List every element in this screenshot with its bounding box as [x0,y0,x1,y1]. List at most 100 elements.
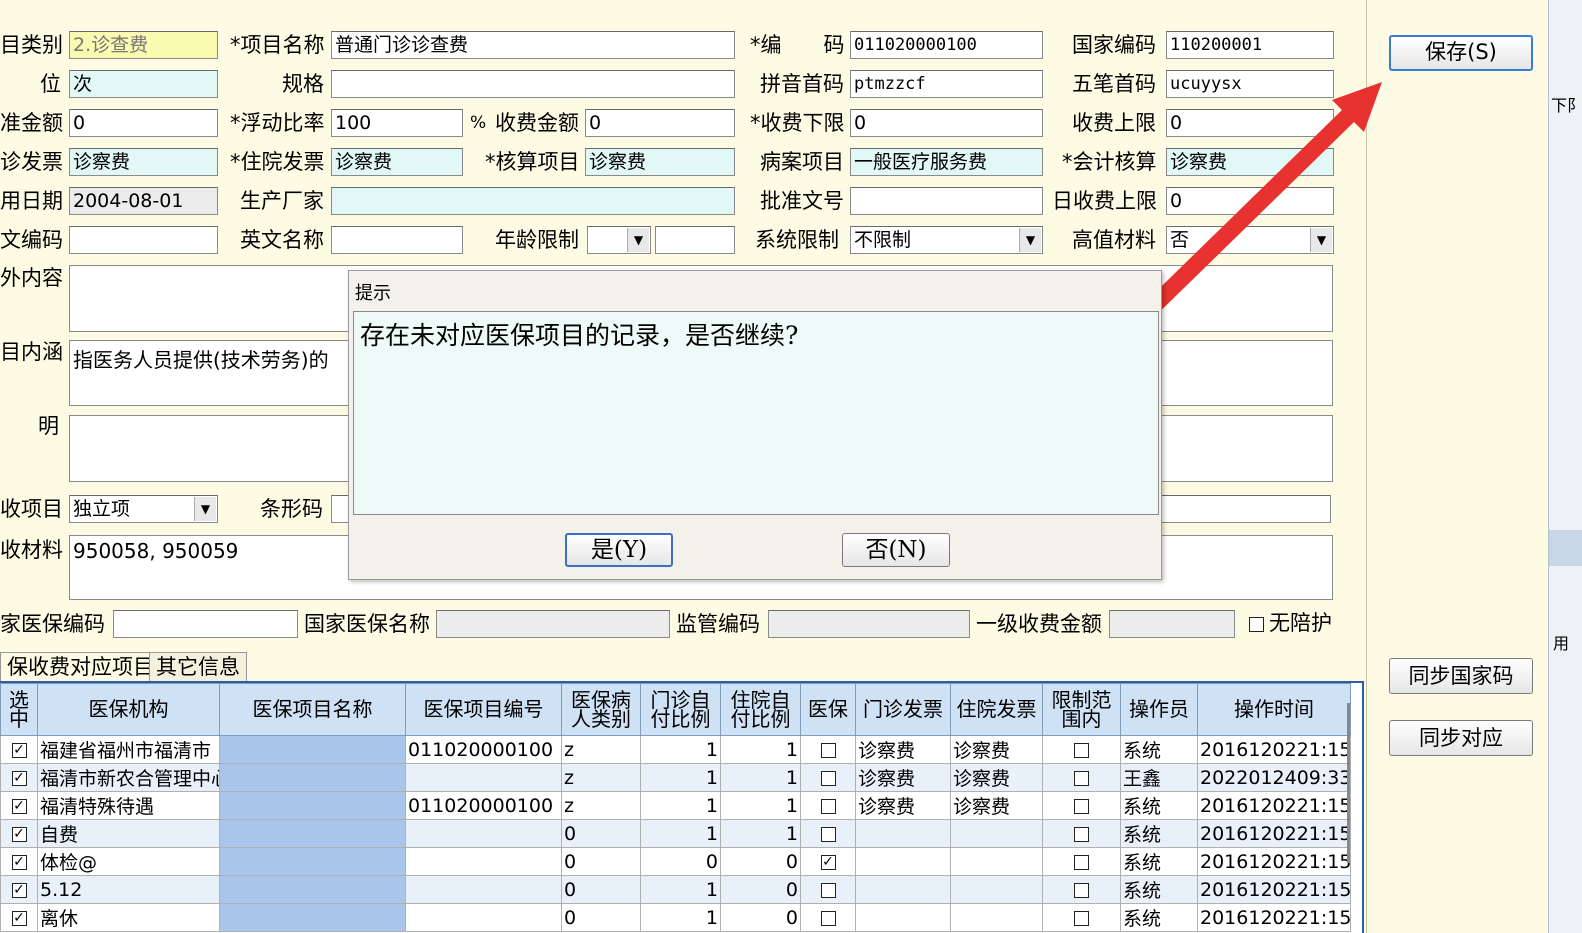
cell-inpatient-invoice[interactable]: 诊察费 [950,735,1043,764]
cell-outpatient-invoice[interactable] [855,875,951,904]
cell-operation-time[interactable]: 2016120221:15 [1197,735,1351,764]
cell-limited-range[interactable] [1042,903,1121,932]
cell-insurance-item-name[interactable] [219,735,406,764]
table-row[interactable]: ✓ 离休 0 1 0 系统 2016120221:15 [0,903,1351,932]
checkbox-checked-icon[interactable]: ✓ [11,798,27,814]
fee-amount-field[interactable]: 0 [585,109,735,137]
cell-patient-type[interactable]: z [561,763,641,792]
cell-insurance-item-name[interactable] [219,903,406,932]
save-button[interactable]: 保存(S) [1389,35,1533,71]
cell-insurance-org[interactable]: 体检@ [37,847,220,876]
supervision-code-field[interactable] [768,610,970,638]
cell-limited-range[interactable] [1042,791,1121,820]
no-button[interactable]: 否(N) [842,533,950,567]
cell-insurance-item-name[interactable] [219,791,406,820]
cell-insured[interactable] [800,903,856,932]
yes-button[interactable]: 是(Y) [565,533,673,567]
cell-selected[interactable]: ✓ [0,791,38,820]
cell-outpatient-ratio[interactable]: 1 [640,791,721,820]
cell-operator[interactable]: 系统 [1120,791,1198,820]
checkbox-unchecked-icon[interactable] [820,826,836,842]
cell-insurance-org[interactable]: 自费 [37,819,220,848]
checkbox-checked-icon[interactable]: ✓ [11,882,27,898]
cell-outpatient-invoice[interactable]: 诊察费 [855,735,951,764]
first-level-amount-field[interactable] [1109,610,1235,638]
cell-inpatient-invoice[interactable] [950,819,1043,848]
approval-field[interactable] [850,187,1043,215]
cell-inpatient-ratio[interactable]: 1 [720,763,801,792]
cell-insurance-org[interactable]: 福清特殊待遇 [37,791,220,820]
cell-limited-range[interactable] [1042,819,1121,848]
cell-insurance-item-code[interactable] [405,847,562,876]
cell-operation-time[interactable]: 2016120221:15 [1197,819,1351,848]
cell-insured[interactable] [800,875,856,904]
nat-insurance-code-field[interactable] [113,610,298,638]
cell-inpatient-invoice[interactable] [950,875,1043,904]
col-patient-type[interactable]: 医保病人类别 [561,683,641,736]
checkbox-unchecked-icon[interactable] [1074,854,1089,870]
table-row[interactable]: ✓ 福清市新农合管理中心 z 1 1 诊察费 诊察费 王鑫 2022012409:33 [0,763,1351,792]
cell-inpatient-ratio[interactable]: 1 [720,819,801,848]
cell-insured[interactable] [800,791,856,820]
cell-operation-time[interactable]: 2016120221:15 [1197,903,1351,932]
col-operation-time[interactable]: 操作时间 [1197,683,1351,736]
cell-insurance-item-code[interactable]: 011020000100 [405,791,562,820]
cell-insurance-item-code[interactable] [405,875,562,904]
cell-operator[interactable]: 系统 [1120,847,1198,876]
cell-outpatient-invoice[interactable] [855,847,951,876]
cell-operation-time[interactable]: 2022012409:33 [1197,763,1351,792]
cell-insurance-org[interactable]: 福清市新农合管理中心 [37,763,220,792]
col-insurance-item-name[interactable]: 医保项目名称 [219,683,406,736]
cell-selected[interactable]: ✓ [0,819,38,848]
fee-lower-field[interactable]: 0 [850,109,1043,137]
checkbox-checked-icon[interactable]: ✓ [11,826,27,842]
cell-operator[interactable]: 系统 [1120,735,1198,764]
cell-insurance-item-code[interactable] [405,903,562,932]
cell-outpatient-ratio[interactable]: 1 [640,819,721,848]
cell-outpatient-ratio[interactable]: 0 [640,847,721,876]
cell-inpatient-invoice[interactable]: 诊察费 [950,763,1043,792]
col-outpatient-ratio[interactable]: 门诊自付比例 [640,683,721,736]
col-insured[interactable]: 医保 [800,683,856,736]
cell-outpatient-ratio[interactable]: 1 [640,875,721,904]
fee-item-select[interactable]: 独立项 ▼ [69,495,218,523]
cell-outpatient-invoice[interactable]: 诊察费 [855,763,951,792]
code-field[interactable]: 011020000100 [850,31,1043,59]
cell-selected[interactable]: ✓ [0,875,38,904]
cell-inpatient-ratio[interactable]: 1 [720,735,801,764]
cell-insurance-org[interactable]: 福建省福州市福清市 [37,735,220,764]
english-name-field[interactable] [331,226,463,254]
cell-insurance-item-name[interactable] [219,763,406,792]
cell-inpatient-ratio[interactable]: 0 [720,847,801,876]
sync-mapping-button[interactable]: 同步对应 [1389,720,1533,756]
checkbox-unchecked-icon[interactable] [1074,770,1089,786]
cell-outpatient-ratio[interactable]: 1 [640,735,721,764]
cell-patient-type[interactable]: 0 [561,903,641,932]
cell-patient-type[interactable]: z [561,735,641,764]
col-insurance-org[interactable]: 医保机构 [37,683,220,736]
checkbox-unchecked-icon[interactable] [820,910,836,926]
cell-selected[interactable]: ✓ [0,847,38,876]
cell-limited-range[interactable] [1042,763,1121,792]
cell-limited-range[interactable] [1042,847,1121,876]
cell-operator[interactable]: 系统 [1120,819,1198,848]
sync-national-code-button[interactable]: 同步国家码 [1389,658,1533,694]
cell-limited-range[interactable] [1042,875,1121,904]
checkbox-unchecked-icon[interactable] [820,798,836,814]
checkbox-unchecked-icon[interactable] [820,742,836,758]
grid-scrollbar[interactable] [1347,703,1350,863]
col-inpatient-ratio[interactable]: 住院自付比例 [720,683,801,736]
cell-operator[interactable]: 王鑫 [1120,763,1198,792]
cell-insurance-item-code[interactable] [405,763,562,792]
system-limit-select[interactable]: 不限制 ▼ [850,226,1043,254]
outpatient-invoice-field[interactable]: 诊察费 [69,148,218,176]
cell-patient-type[interactable]: z [561,791,641,820]
cell-insurance-item-name[interactable] [219,875,406,904]
cell-operation-time[interactable]: 2016120221:15 [1197,875,1351,904]
cell-inpatient-invoice[interactable]: 诊察费 [950,791,1043,820]
cell-insurance-org[interactable]: 5.12 [37,875,220,904]
use-date-field[interactable]: 2004-08-01 [69,187,218,215]
item-name-field[interactable]: 普通门诊诊查费 [331,31,735,59]
case-item-field[interactable]: 一般医疗服务费 [850,148,1043,176]
cell-inpatient-ratio[interactable]: 0 [720,875,801,904]
